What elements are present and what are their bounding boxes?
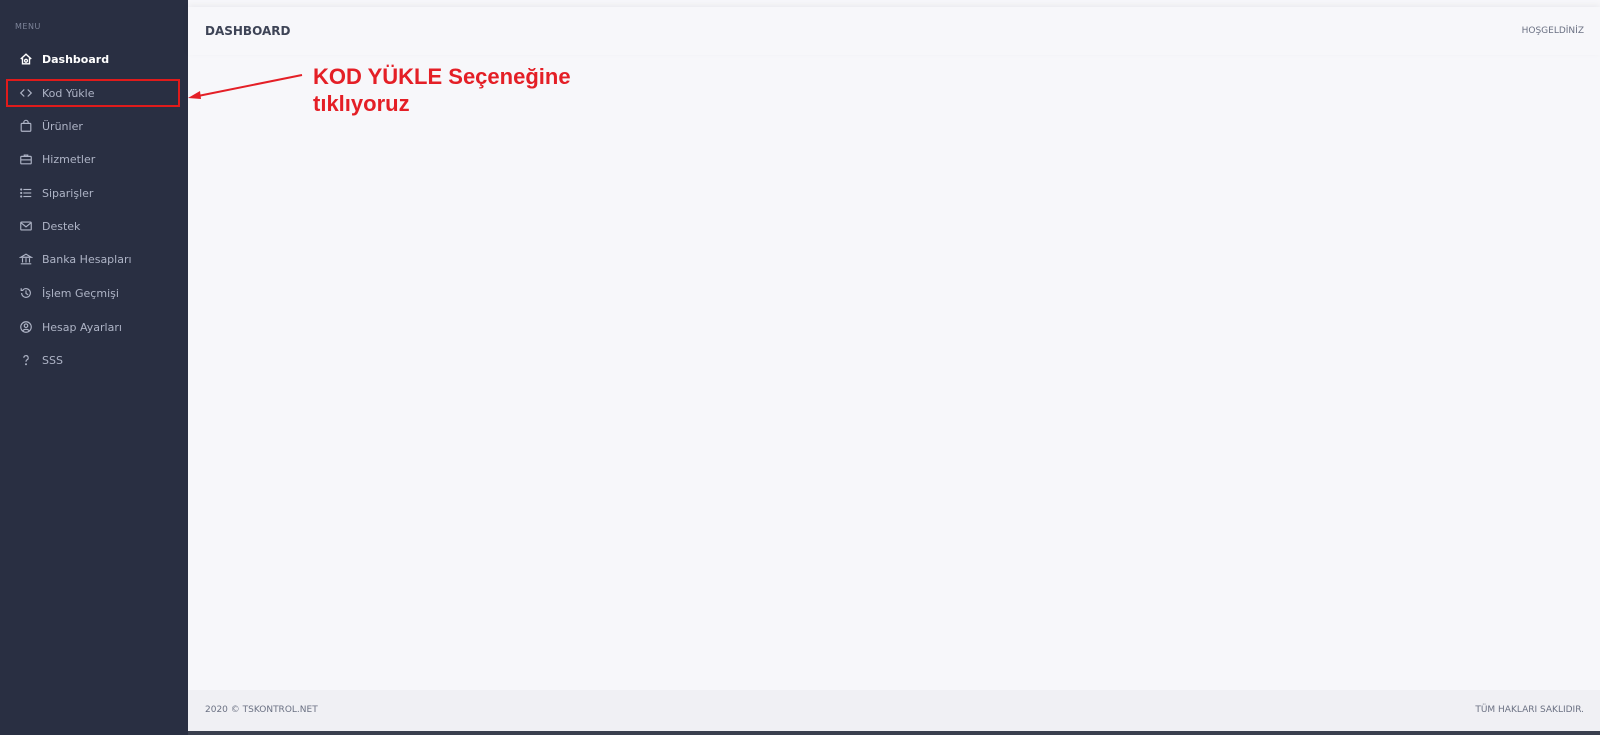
sidebar-item-siparisler[interactable]: Siparişler xyxy=(8,181,178,205)
main-content xyxy=(188,55,1600,690)
list-icon xyxy=(18,185,34,201)
briefcase-icon xyxy=(18,151,34,167)
user-circle-icon xyxy=(18,319,34,335)
sidebar-item-label: Destek xyxy=(42,219,81,233)
sidebar-item-hesap-ayarlari[interactable]: Hesap Ayarları xyxy=(8,315,178,339)
history-icon xyxy=(18,285,34,301)
code-icon xyxy=(18,85,34,101)
sidebar-item-label: Kod Yükle xyxy=(42,86,95,100)
annotation-line-1: KOD YÜKLE Seçeneğine xyxy=(313,64,571,89)
sidebar-item-hizmetler[interactable]: Hizmetler xyxy=(8,147,178,171)
sidebar-item-label: SSS xyxy=(42,353,63,367)
sidebar-item-label: Hizmetler xyxy=(42,152,96,166)
footer-copyright: 2020 © TSKONTROL.NET xyxy=(205,705,318,715)
annotation-line-2: tıklıyoruz xyxy=(313,91,410,116)
annotation-arrow xyxy=(188,74,303,99)
sidebar-item-dashboard[interactable]: Dashboard xyxy=(8,47,178,71)
sidebar-item-label: Dashboard xyxy=(42,52,110,66)
sidebar-item-label: İşlem Geçmişi xyxy=(42,286,119,300)
home-icon xyxy=(18,51,34,67)
sidebar-item-label: Ürünler xyxy=(42,119,83,133)
annotation-text: KOD YÜKLE Seçeneğine tıklıyoruz xyxy=(313,63,571,117)
bag-icon xyxy=(18,118,34,134)
footer: 2020 © TSKONTROL.NET TÜM HAKLARI SAKLIDI… xyxy=(188,690,1600,731)
sidebar-item-label: Hesap Ayarları xyxy=(42,320,122,334)
sidebar-item-destek[interactable]: Destek xyxy=(8,214,178,238)
sidebar-item-islem-gecmisi[interactable]: İşlem Geçmişi xyxy=(8,281,178,305)
mail-icon xyxy=(18,218,34,234)
question-icon xyxy=(18,352,34,368)
sidebar-item-sss[interactable]: SSS xyxy=(8,348,178,372)
menu-label: MENU xyxy=(15,22,41,31)
sidebar-item-label: Banka Hesapları xyxy=(42,252,132,266)
sidebar-item-kod-yukle[interactable]: Kod Yükle xyxy=(6,79,180,107)
bank-icon xyxy=(18,251,34,267)
sidebar-item-urunler[interactable]: Ürünler xyxy=(8,114,178,138)
page-title: DASHBOARD xyxy=(205,24,291,38)
bottom-edge xyxy=(188,731,1600,735)
welcome-text: HOŞGELDİNİZ xyxy=(1521,26,1584,36)
sidebar-item-banka-hesaplari[interactable]: Banka Hesapları xyxy=(8,247,178,271)
sidebar-item-label: Siparişler xyxy=(42,186,94,200)
topbar: DASHBOARD HOŞGELDİNİZ xyxy=(188,7,1600,55)
footer-rights: TÜM HAKLARI SAKLIDIR. xyxy=(1475,705,1584,715)
sidebar: MENU Dashboard Kod Yükle Ürünler Hizmetl… xyxy=(0,0,188,735)
